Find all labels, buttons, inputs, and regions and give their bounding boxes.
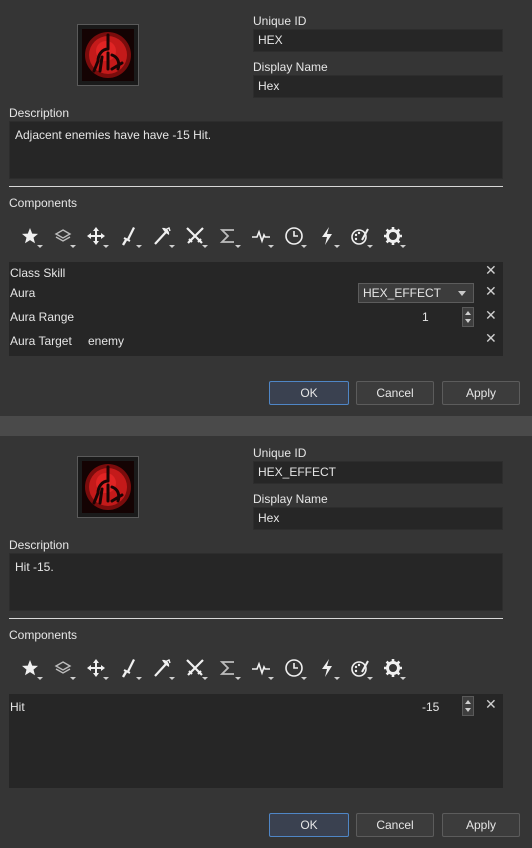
ok-button[interactable]: OK (269, 813, 349, 837)
aura-dropdown[interactable]: HEX_EFFECT (358, 283, 474, 303)
remove-component-icon[interactable]: ✕ (485, 330, 497, 347)
hex-skill-icon (82, 461, 134, 513)
components-label: Components (9, 628, 78, 642)
description-field[interactable]: Adjacent enemies have have -15 Hit. (9, 121, 503, 179)
sigma-icon[interactable] (214, 654, 242, 682)
star-icon[interactable] (16, 654, 44, 682)
move-icon[interactable] (82, 654, 110, 682)
remove-component-icon[interactable]: ✕ (485, 696, 497, 713)
hex-skill-icon (82, 29, 134, 81)
component-row-aura-range: Aura Range 1 ✕ (9, 306, 503, 328)
component-row-hit: Hit -15 ✕ (9, 694, 503, 716)
palette-icon[interactable] (346, 222, 374, 250)
gear-icon[interactable] (379, 222, 407, 250)
ok-button[interactable]: OK (269, 381, 349, 405)
pulse-icon[interactable] (247, 654, 275, 682)
unique-id-label: Unique ID (253, 14, 307, 28)
spinbox-arrows[interactable] (462, 696, 474, 716)
cancel-button[interactable]: Cancel (356, 813, 434, 837)
aura-range-value[interactable]: 1 (422, 310, 429, 324)
axe-icon[interactable] (148, 654, 176, 682)
component-label: Aura Target (10, 334, 72, 348)
gear-icon[interactable] (379, 654, 407, 682)
component-row-class-skill: Class Skill ✕ (9, 262, 503, 284)
description-field[interactable]: Hit -15. (9, 553, 503, 611)
clock-icon[interactable] (280, 654, 308, 682)
unique-id-label: Unique ID (253, 446, 307, 460)
spinbox-arrows[interactable] (462, 307, 474, 327)
axe-icon[interactable] (148, 222, 176, 250)
component-label: Aura (10, 286, 36, 300)
aura-dropdown-value: HEX_EFFECT (363, 286, 442, 300)
sword-icon[interactable] (115, 222, 143, 250)
skill-editor-dialog-hex: Unique ID HEX Display Name Hex Descripti… (0, 0, 532, 416)
description-label: Description (9, 106, 70, 120)
apply-button[interactable]: Apply (442, 381, 520, 405)
lightning-icon[interactable] (313, 654, 341, 682)
clock-icon[interactable] (280, 222, 308, 250)
separator (9, 186, 503, 187)
component-row-aura-target: Aura Target enemy ✕ (9, 330, 503, 352)
unique-id-field[interactable]: HEX (253, 29, 503, 52)
display-name-field[interactable]: Hex (253, 75, 503, 98)
remove-component-icon[interactable]: ✕ (485, 307, 497, 324)
remove-component-icon[interactable]: ✕ (485, 283, 497, 300)
sigma-icon[interactable] (214, 222, 242, 250)
components-toolbar (14, 222, 424, 250)
crossed-swords-icon[interactable] (181, 654, 209, 682)
components-label: Components (9, 196, 78, 210)
separator (9, 618, 503, 619)
skill-icon-frame[interactable] (77, 24, 139, 86)
display-name-label: Display Name (253, 60, 328, 74)
display-name-field[interactable]: Hex (253, 507, 503, 530)
sword-icon[interactable] (115, 654, 143, 682)
remove-component-icon[interactable]: ✕ (485, 262, 497, 279)
star-icon[interactable] (16, 222, 44, 250)
pulse-icon[interactable] (247, 222, 275, 250)
unique-id-field[interactable]: HEX_EFFECT (253, 461, 503, 484)
palette-icon[interactable] (346, 654, 374, 682)
hit-value[interactable]: -15 (422, 700, 439, 714)
components-list: Hit -15 ✕ (9, 694, 503, 788)
layers-icon[interactable] (49, 222, 77, 250)
move-icon[interactable] (82, 222, 110, 250)
cancel-button[interactable]: Cancel (356, 381, 434, 405)
skill-editor-dialog-hex-effect: Unique ID HEX_EFFECT Display Name Hex De… (0, 436, 532, 848)
skill-icon-frame[interactable] (77, 456, 139, 518)
display-name-label: Display Name (253, 492, 328, 506)
apply-button[interactable]: Apply (442, 813, 520, 837)
chevron-down-icon (458, 291, 466, 296)
crossed-swords-icon[interactable] (181, 222, 209, 250)
layers-icon[interactable] (49, 654, 77, 682)
component-label: Aura Range (10, 310, 75, 324)
components-toolbar (14, 654, 424, 682)
component-row-aura: Aura HEX_EFFECT ✕ (9, 282, 503, 304)
aura-target-value[interactable]: enemy (88, 334, 124, 348)
component-label: Hit (10, 700, 25, 714)
description-label: Description (9, 538, 70, 552)
lightning-icon[interactable] (313, 222, 341, 250)
component-label: Class Skill (10, 266, 66, 280)
components-list: Class Skill ✕ Aura HEX_EFFECT ✕ Aura Ran… (9, 262, 503, 356)
